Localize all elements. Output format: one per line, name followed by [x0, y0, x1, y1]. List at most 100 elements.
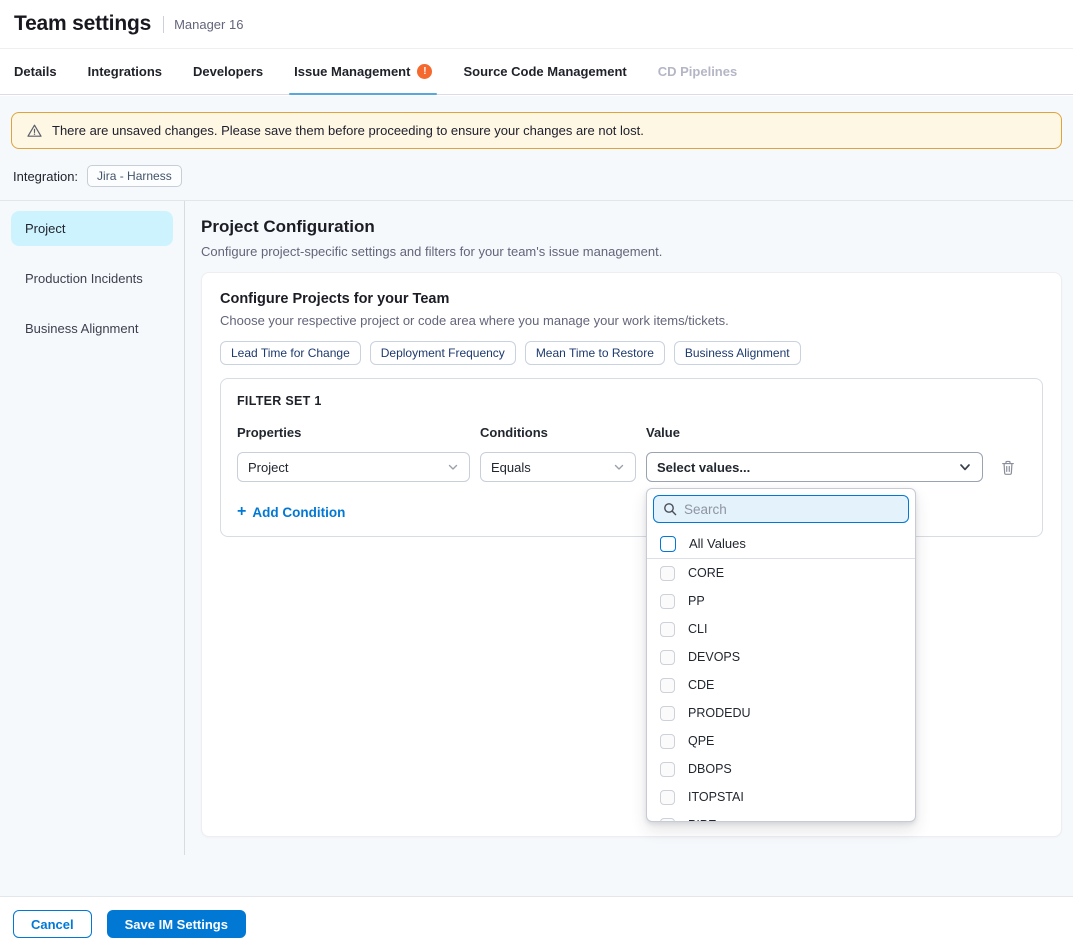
option-label: CLI — [688, 622, 707, 636]
option-label: CDE — [688, 678, 714, 692]
option-checkbox[interactable] — [660, 734, 675, 749]
warning-triangle-icon — [26, 123, 43, 139]
tab-label: Issue Management — [294, 64, 410, 79]
tab-label: Details — [14, 64, 57, 79]
dropdown-option[interactable]: CORE — [647, 559, 915, 587]
integration-row: Integration: Jira - Harness — [13, 163, 1073, 189]
cancel-button[interactable]: Cancel — [13, 910, 92, 938]
tab-label: Developers — [193, 64, 263, 79]
card-title: Configure Projects for your Team — [220, 291, 1043, 307]
save-im-settings-button[interactable]: Save IM Settings — [107, 910, 246, 938]
chip-deployment-frequency: Deployment Frequency — [370, 341, 516, 365]
dropdown-option[interactable]: CLI — [647, 615, 915, 643]
sidebar-item-project[interactable]: Project — [11, 211, 173, 246]
metric-chips: Lead Time for Change Deployment Frequenc… — [220, 341, 1043, 365]
chevron-down-icon — [958, 460, 972, 474]
value-dropdown-panel: All Values CORE PP CLI DEVOPS CDE PRODED… — [646, 488, 916, 822]
tab-label: Integrations — [88, 64, 162, 79]
add-condition-button[interactable]: + Add Condition — [237, 504, 345, 520]
conditions-select[interactable]: Equals — [480, 452, 636, 482]
dropdown-search[interactable] — [653, 495, 909, 523]
option-checkbox[interactable] — [660, 594, 675, 609]
configure-projects-card: Configure Projects for your Team Choose … — [201, 272, 1062, 837]
tab-label: CD Pipelines — [658, 64, 737, 79]
main-panel: Project Configuration Configure project-… — [185, 201, 1073, 855]
page-subtitle: Manager 16 — [174, 17, 243, 32]
footer-bar: Cancel Save IM Settings — [0, 896, 1073, 951]
chevron-down-icon — [447, 461, 459, 473]
tab-details[interactable]: Details — [14, 49, 57, 94]
page-title: Team settings — [14, 12, 151, 36]
settings-sidebar: Project Production Incidents Business Al… — [0, 201, 185, 855]
chip-mean-time-to-restore: Mean Time to Restore — [525, 341, 665, 365]
unsaved-changes-banner: There are unsaved changes. Please save t… — [11, 112, 1062, 149]
option-label: PIPE — [688, 818, 717, 822]
integration-chip[interactable]: Jira - Harness — [87, 165, 182, 187]
tab-label: Source Code Management — [463, 64, 626, 79]
tab-issue-management[interactable]: Issue Management ! — [294, 49, 432, 94]
tab-integrations[interactable]: Integrations — [88, 49, 162, 94]
column-label-value: Value — [646, 425, 983, 440]
title-divider — [163, 16, 164, 33]
option-label: DEVOPS — [688, 650, 740, 664]
dropdown-option[interactable]: ITOPSTAI — [647, 783, 915, 811]
tab-cd-pipelines: CD Pipelines — [658, 49, 737, 94]
sidebar-item-production-incidents[interactable]: Production Incidents — [11, 261, 173, 296]
column-label-properties: Properties — [237, 425, 470, 440]
chevron-down-icon — [613, 461, 625, 473]
option-checkbox[interactable] — [660, 650, 675, 665]
dropdown-option[interactable]: PIPE — [647, 811, 915, 822]
banner-text: There are unsaved changes. Please save t… — [52, 123, 644, 138]
column-label-conditions: Conditions — [480, 425, 636, 440]
option-label: PP — [688, 594, 705, 608]
option-label: ITOPSTAI — [688, 790, 744, 804]
all-values-checkbox[interactable] — [660, 536, 676, 552]
properties-select-value: Project — [248, 460, 288, 475]
integration-label: Integration: — [13, 169, 78, 184]
sidebar-item-business-alignment[interactable]: Business Alignment — [11, 311, 173, 346]
search-input[interactable] — [684, 502, 899, 517]
conditions-select-value: Equals — [491, 460, 531, 475]
filter-set-title: FILTER SET 1 — [237, 394, 1026, 408]
delete-filter-button[interactable] — [995, 454, 1021, 480]
tab-bar: Details Integrations Developers Issue Ma… — [0, 48, 1073, 95]
option-checkbox[interactable] — [660, 622, 675, 637]
plus-icon: + — [237, 504, 246, 520]
option-checkbox[interactable] — [660, 566, 675, 581]
chip-business-alignment: Business Alignment — [674, 341, 801, 365]
trash-icon — [1000, 459, 1016, 476]
option-label: CORE — [688, 566, 724, 580]
dropdown-option[interactable]: PP — [647, 587, 915, 615]
search-icon — [663, 502, 677, 516]
option-all-values[interactable]: All Values — [647, 529, 915, 559]
option-checkbox[interactable] — [660, 678, 675, 693]
option-label: DBOPS — [688, 762, 732, 776]
option-checkbox[interactable] — [660, 762, 675, 777]
section-subtitle: Configure project-specific settings and … — [201, 244, 1062, 259]
filter-column-labels: Properties Conditions Value — [237, 425, 1026, 440]
value-multiselect[interactable]: Select values... — [646, 452, 983, 482]
option-label: All Values — [689, 536, 746, 551]
option-checkbox[interactable] — [660, 818, 675, 823]
filter-set-1: FILTER SET 1 Properties Conditions Value… — [220, 378, 1043, 537]
dropdown-option[interactable]: CDE — [647, 671, 915, 699]
unsaved-alert-badge: ! — [417, 64, 432, 79]
tab-source-code-management[interactable]: Source Code Management — [463, 49, 626, 94]
option-checkbox[interactable] — [660, 706, 675, 721]
option-checkbox[interactable] — [660, 790, 675, 805]
add-condition-label: Add Condition — [252, 505, 345, 520]
chip-lead-time-for-change: Lead Time for Change — [220, 341, 361, 365]
dropdown-option[interactable]: DEVOPS — [647, 643, 915, 671]
filter-row: Project Equals Select valu — [237, 452, 1026, 482]
value-select-placeholder: Select values... — [657, 460, 750, 475]
properties-select[interactable]: Project — [237, 452, 470, 482]
page-header: Team settings Manager 16 — [0, 0, 1073, 48]
tab-developers[interactable]: Developers — [193, 49, 263, 94]
option-label: QPE — [688, 734, 714, 748]
dropdown-option[interactable]: QPE — [647, 727, 915, 755]
dropdown-option[interactable]: DBOPS — [647, 755, 915, 783]
dropdown-option[interactable]: PRODEDU — [647, 699, 915, 727]
section-title: Project Configuration — [201, 217, 1062, 237]
card-subtitle: Choose your respective project or code a… — [220, 313, 1043, 328]
option-label: PRODEDU — [688, 706, 751, 720]
